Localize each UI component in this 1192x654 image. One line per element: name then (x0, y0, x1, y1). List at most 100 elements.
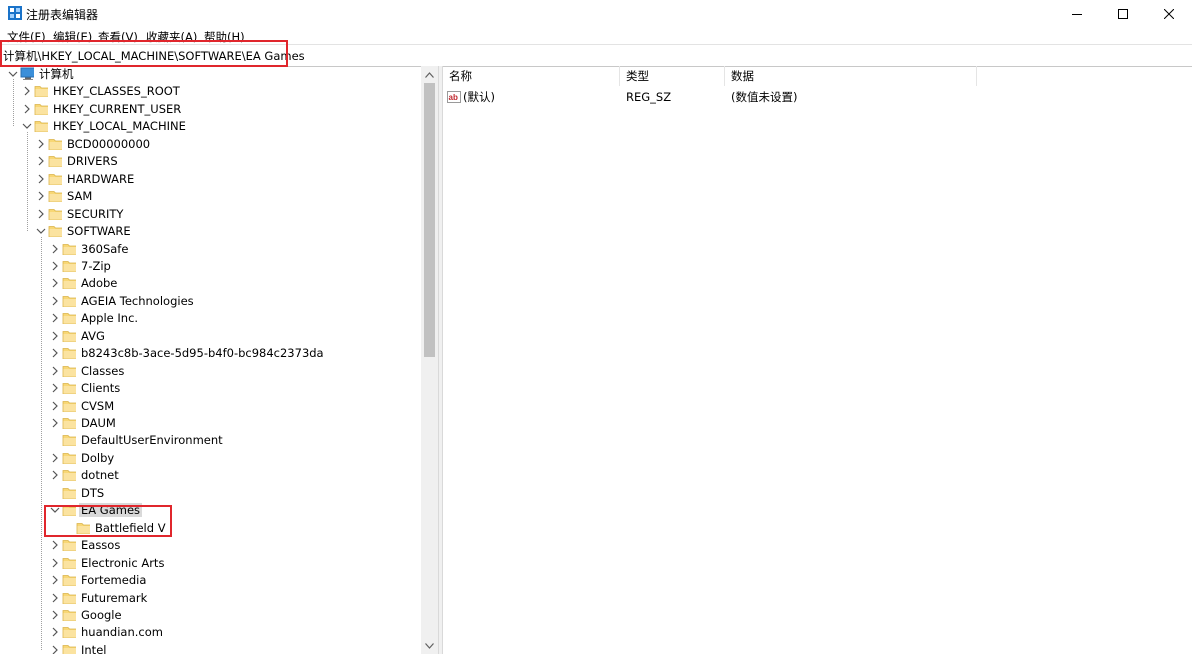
tree-node-key[interactable]: EA Games (0, 502, 420, 519)
chevron-down-icon[interactable] (8, 69, 18, 79)
scroll-up-button[interactable] (421, 66, 438, 83)
tree-node-key[interactable]: DRIVERS (0, 153, 420, 170)
tree-node-key[interactable]: Electronic Arts (0, 555, 420, 572)
chevron-right-icon[interactable] (50, 593, 60, 603)
chevron-right-icon[interactable] (36, 139, 46, 149)
scroll-down-button[interactable] (421, 637, 438, 654)
chevron-down-icon[interactable] (36, 226, 46, 236)
folder-icon (62, 243, 76, 255)
chevron-right-icon[interactable] (50, 610, 60, 620)
tree-node-key[interactable]: 7-Zip (0, 258, 420, 275)
tree-node-key[interactable]: Battlefield V (0, 520, 420, 537)
tree-scrollbar[interactable] (421, 66, 438, 654)
chevron-right-icon[interactable] (50, 296, 60, 306)
tree-node-key[interactable]: dotnet (0, 467, 420, 484)
chevron-right-icon[interactable] (50, 558, 60, 568)
tree-node-key[interactable]: Dolby (0, 450, 420, 467)
minimize-button[interactable] (1054, 0, 1100, 28)
menu-edit[interactable]: 编辑(E) (53, 29, 92, 45)
tree-node-key[interactable]: huandian.com (0, 624, 420, 641)
column-header-name[interactable]: 名称 (443, 66, 620, 86)
column-header-data[interactable]: 数据 (725, 66, 977, 86)
tree-node-key[interactable]: Classes (0, 363, 420, 380)
tree-node-computer[interactable]: 计算机 (0, 66, 420, 83)
tree-node-key[interactable]: Clients (0, 380, 420, 397)
chevron-right-icon[interactable] (22, 86, 32, 96)
chevron-right-icon[interactable] (50, 383, 60, 393)
address-bar[interactable]: 计算机\HKEY_LOCAL_MACHINE\SOFTWARE\EA Games (0, 44, 1192, 67)
folder-icon (76, 522, 90, 534)
chevron-right-icon[interactable] (50, 575, 60, 585)
chevron-right-icon[interactable] (50, 278, 60, 288)
chevron-right-icon[interactable] (50, 313, 60, 323)
tree-node-label: DefaultUserEnvironment (81, 433, 223, 448)
tree-node-label: Classes (81, 363, 125, 378)
chevron-right-icon[interactable] (36, 209, 46, 219)
chevron-right-icon[interactable] (50, 540, 60, 550)
tree-node-hive[interactable]: HKEY_LOCAL_MACHINE (0, 118, 420, 135)
chevron-right-icon[interactable] (50, 348, 60, 358)
tree-node-key[interactable]: Google (0, 607, 420, 624)
tree-node-key[interactable]: Eassos (0, 537, 420, 554)
chevron-right-icon[interactable] (36, 174, 46, 184)
tree-node-key[interactable]: DefaultUserEnvironment (0, 432, 420, 449)
tree-node-hive[interactable]: HKEY_CLASSES_ROOT (0, 83, 420, 100)
chevron-right-icon[interactable] (50, 401, 60, 411)
menu-help[interactable]: 帮助(H) (204, 29, 245, 45)
chevron-right-icon[interactable] (50, 627, 60, 637)
folder-icon (62, 557, 76, 569)
tree-node-key[interactable]: SOFTWARE (0, 223, 420, 240)
chevron-down-icon[interactable] (22, 121, 32, 131)
tree-node-key[interactable]: SECURITY (0, 206, 420, 223)
tree-node-hive[interactable]: HKEY_CURRENT_USER (0, 101, 420, 118)
value-row[interactable]: ab (默认) REG_SZ (数值未设置) (443, 88, 1143, 106)
tree-node-key[interactable]: 360Safe (0, 241, 420, 258)
folder-icon (62, 313, 76, 325)
chevron-right-icon[interactable] (36, 191, 46, 201)
folder-icon (62, 487, 76, 499)
folder-icon (62, 261, 76, 272)
chevron-right-icon[interactable] (50, 453, 60, 463)
key-tree[interactable]: 计算机 HKEY_CLASSES_ROOT HKEY_CURRENT_USER HKE… (0, 66, 438, 654)
tree-node-key[interactable]: Adobe (0, 275, 420, 292)
scroll-thumb[interactable] (424, 83, 435, 357)
values-list[interactable]: 名称 类型 数据 ab (默认) REG_SZ (数值未设置) (443, 66, 1192, 654)
chevron-right-icon[interactable] (50, 470, 60, 480)
tree-node-key[interactable]: SAM (0, 188, 420, 205)
tree-node-key[interactable]: DTS (0, 485, 420, 502)
chevron-right-icon[interactable] (50, 645, 60, 654)
chevron-right-icon[interactable] (50, 261, 60, 271)
tree-node-key[interactable]: DAUM (0, 415, 420, 432)
tree-node-key[interactable]: Intel (0, 642, 420, 654)
tree-node-key[interactable]: Fortemedia (0, 572, 420, 589)
tree-node-key[interactable]: BCD00000000 (0, 136, 420, 153)
tree-node-key[interactable]: AVG (0, 328, 420, 345)
menu-view[interactable]: 查看(V) (98, 29, 138, 45)
tree-node-key[interactable]: Futuremark (0, 590, 420, 607)
tree-node-label: SECURITY (67, 206, 124, 221)
tree-node-key[interactable]: HARDWARE (0, 171, 420, 188)
maximize-button[interactable] (1100, 0, 1146, 28)
chevron-right-icon[interactable] (22, 104, 32, 114)
menu-bar: 文件(F) 编辑(E) 查看(V) 收藏夹(A) 帮助(H) (0, 28, 1192, 44)
folder-icon (62, 435, 76, 447)
tree-node-key[interactable]: CVSM (0, 398, 420, 415)
close-icon (1164, 9, 1174, 19)
tree-node-key[interactable]: Apple Inc. (0, 310, 420, 327)
address-path[interactable]: 计算机\HKEY_LOCAL_MACHINE\SOFTWARE\EA Games (3, 48, 305, 64)
chevron-down-icon[interactable] (50, 505, 60, 515)
tree-node-key[interactable]: b8243c8b-3ace-5d95-b4f0-bc984c2373da (0, 345, 420, 362)
tree-node-label: Dolby (81, 450, 115, 465)
folder-icon (62, 365, 76, 377)
chevron-right-icon[interactable] (50, 244, 60, 254)
menu-file[interactable]: 文件(F) (7, 29, 46, 45)
column-header-type[interactable]: 类型 (620, 66, 725, 86)
close-button[interactable] (1146, 0, 1192, 28)
chevron-right-icon[interactable] (50, 418, 60, 428)
chevron-right-icon[interactable] (50, 366, 60, 376)
tree-node-key[interactable]: AGEIA Technologies (0, 293, 420, 310)
chevron-right-icon[interactable] (36, 156, 46, 166)
folder-icon (34, 86, 48, 98)
chevron-right-icon[interactable] (50, 331, 60, 341)
menu-favorites[interactable]: 收藏夹(A) (146, 29, 197, 45)
